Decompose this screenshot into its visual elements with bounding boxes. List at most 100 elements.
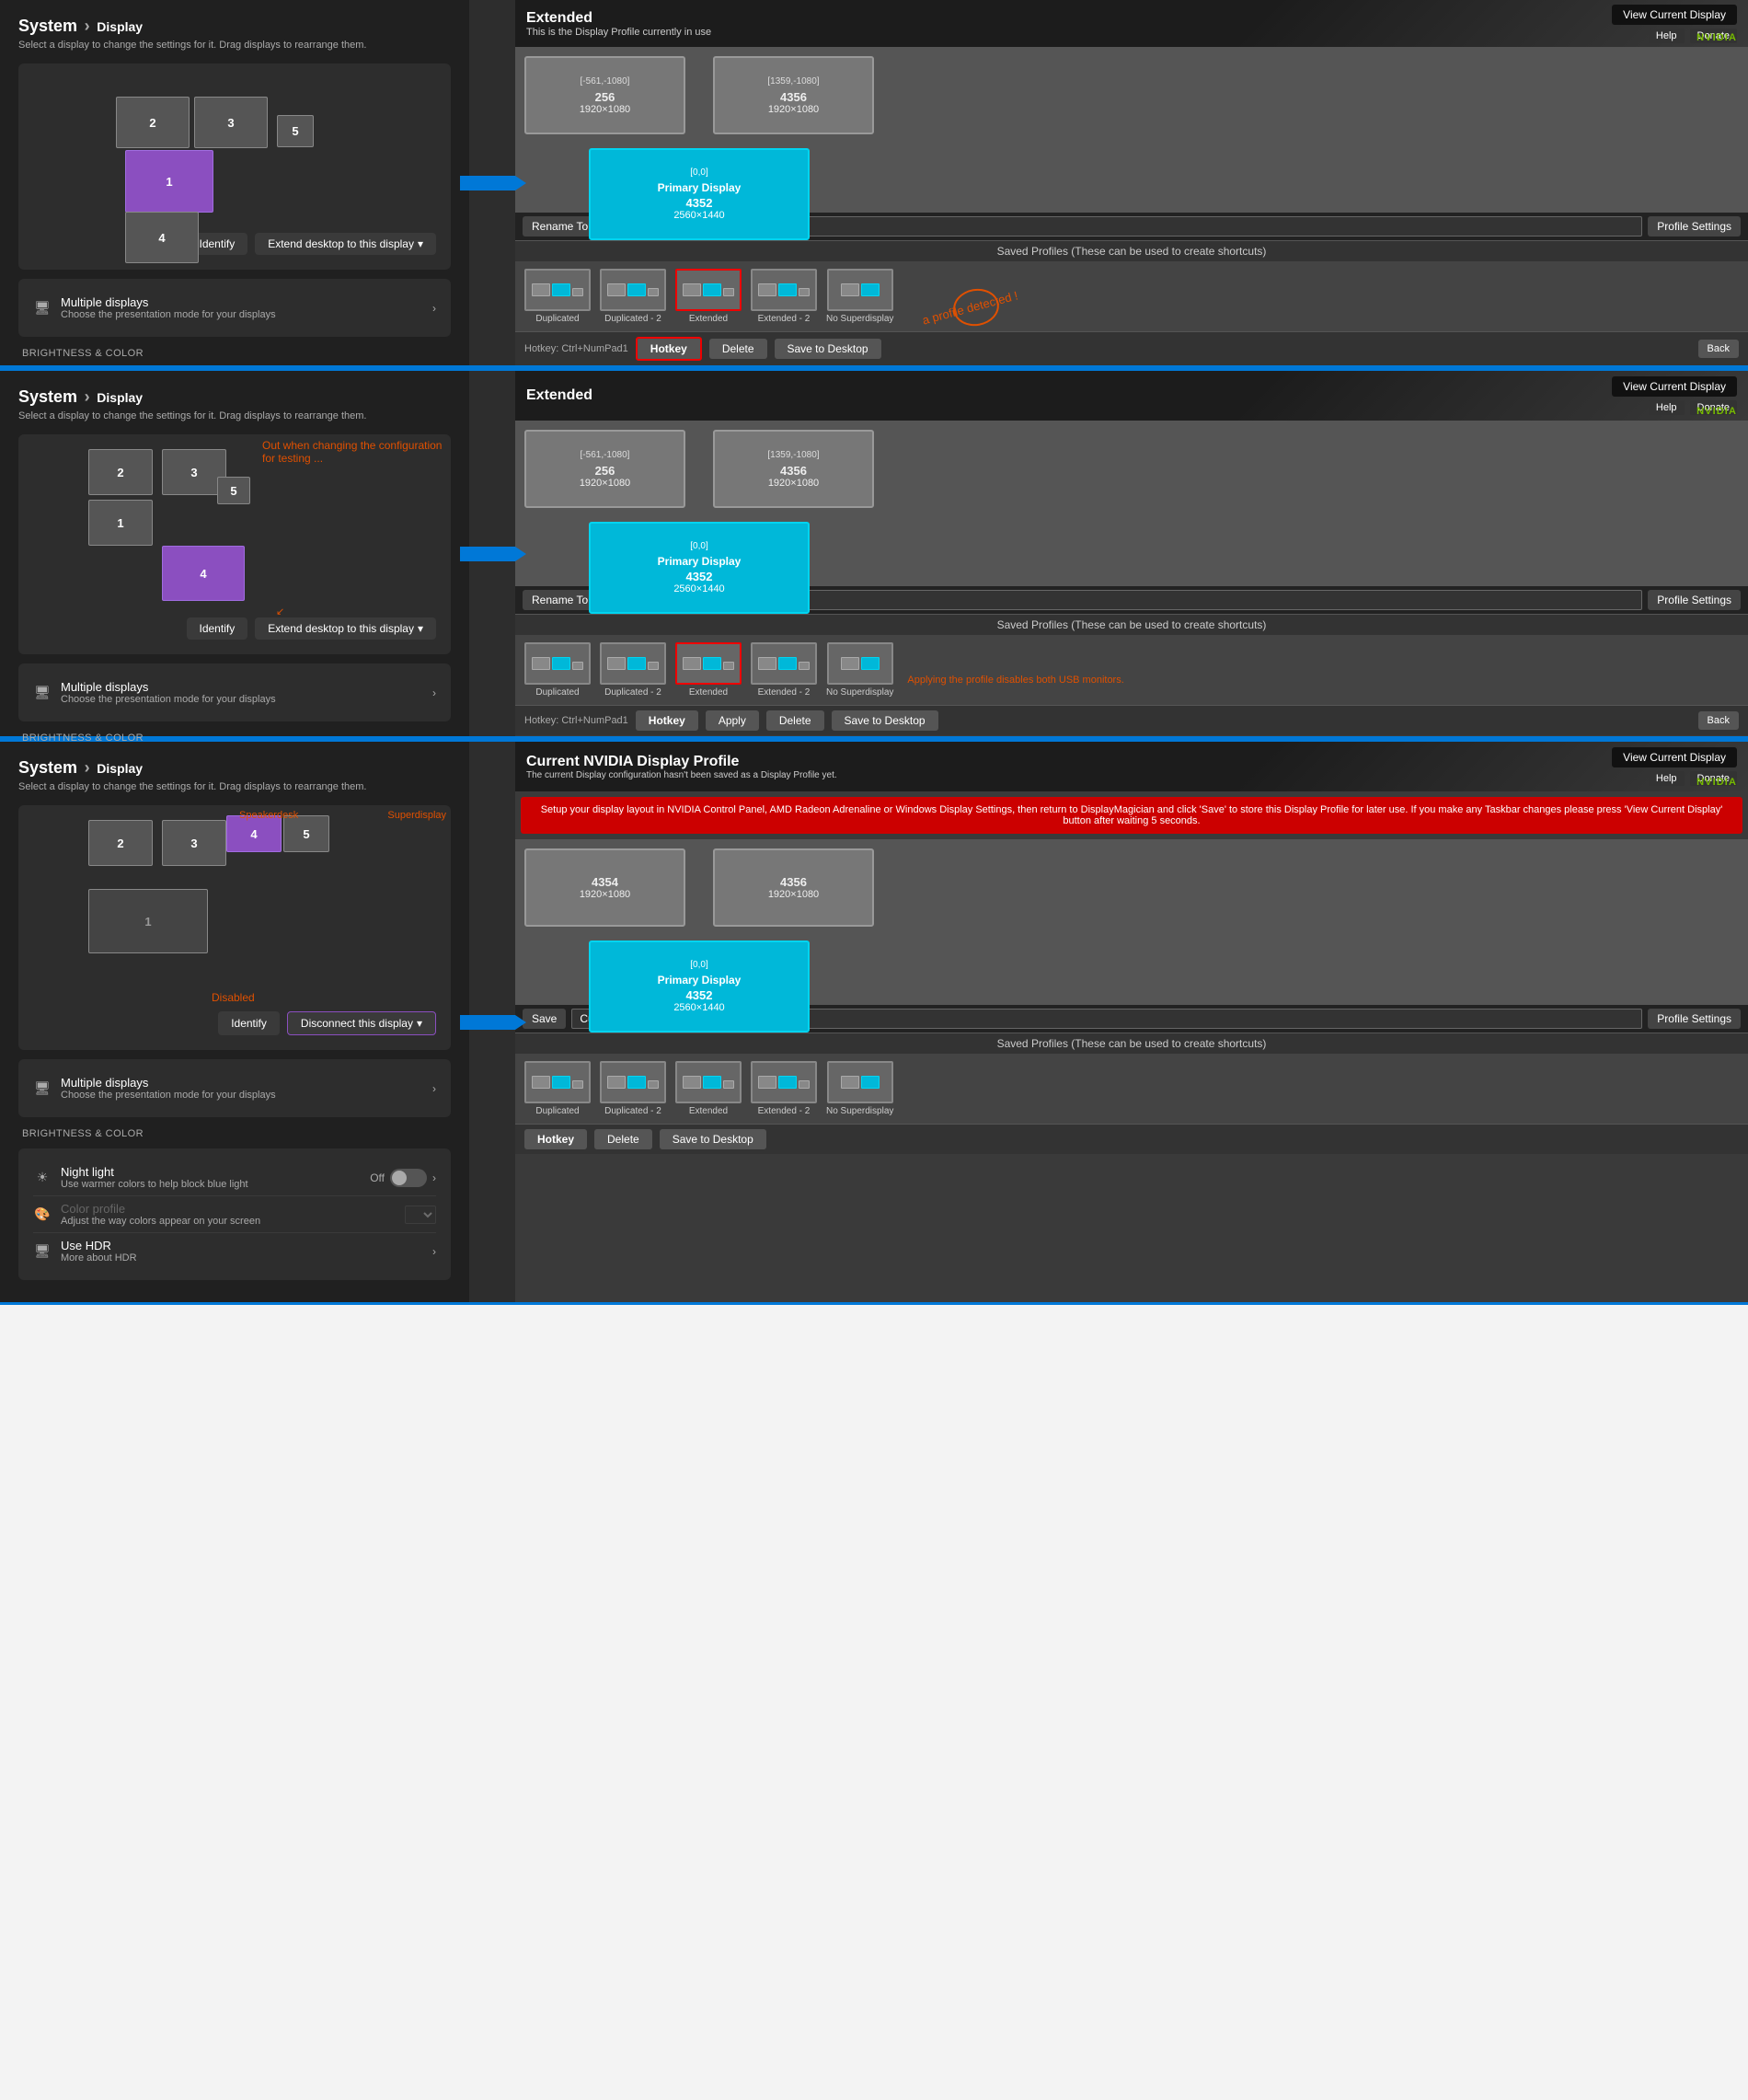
win-subtitle-row2: Select a display to change the settings … <box>18 410 451 421</box>
profile-extended2-row2[interactable]: Extended - 2 <box>751 642 817 698</box>
delete-btn-row2[interactable]: Delete <box>766 710 824 731</box>
display-5-row3[interactable]: 5 <box>283 815 329 852</box>
profile-extended-row2[interactable]: Extended <box>675 642 742 698</box>
profile-nosuperdisplay-row2[interactable]: No Superdisplay <box>826 642 893 698</box>
extend-button-row2[interactable]: Extend desktop to this display ▾ <box>255 617 436 640</box>
hdr-row3: 🖥 Use HDR More about HDR › <box>33 1233 436 1269</box>
delete-btn-row1[interactable]: Delete <box>709 339 767 359</box>
display-1-row2[interactable]: 1 <box>88 500 153 546</box>
disconnect-button-row3[interactable]: Disconnect this display ▾ <box>287 1011 436 1035</box>
extend-button-row1[interactable]: Extend desktop to this display ▾ <box>255 233 436 255</box>
display-2-row3[interactable]: 2 <box>88 820 153 866</box>
profile-duplicated-row2[interactable]: Duplicated <box>524 642 591 698</box>
color-profile-row3: 🎨 Color profile Adjust the way colors ap… <box>33 1196 436 1233</box>
display-5-row1[interactable]: 5 <box>277 115 314 147</box>
profile-settings-btn-row2[interactable]: Profile Settings <box>1648 590 1741 610</box>
extend-label-row2: Extend desktop to this display <box>268 622 414 635</box>
profile-extended-row3[interactable]: Extended <box>675 1061 742 1116</box>
hotkey-btn-row3[interactable]: Hotkey <box>524 1129 587 1149</box>
multiple-displays-label-row3: Multiple displays <box>61 1076 276 1090</box>
monitor-icon-row3: 🖥 <box>33 1079 52 1098</box>
display-5-row2[interactable]: 5 <box>217 477 250 504</box>
nvidia-profile-name-row1: Extended <box>526 10 711 27</box>
breadcrumb-row1: System › Display <box>18 17 451 36</box>
profile-duplicated-row1[interactable]: Duplicated <box>524 269 591 324</box>
nvidia-display-area-row1: [-561,-1080] 256 1920×1080 [1359,-1080] … <box>515 47 1748 213</box>
nvidia-panel-row3: Current NVIDIA Display Profile The curre… <box>515 742 1748 1302</box>
breadcrumb-system-row3: System <box>18 758 77 777</box>
hotkey-btn-row1[interactable]: Hotkey <box>636 337 702 361</box>
profile-nosuperdisplay-row1[interactable]: No Superdisplay <box>826 269 893 324</box>
save-desktop-btn-row3[interactable]: Save to Desktop <box>660 1129 766 1149</box>
view-current-btn-row1[interactable]: View Current Display <box>1612 5 1737 25</box>
view-current-btn-row2[interactable]: View Current Display <box>1612 376 1737 397</box>
display-area-row3: Speakerdesk Superdisplay 2 3 4 5 1 Disab… <box>18 805 451 1050</box>
row3: System › Display Select a display to cha… <box>0 742 1748 1305</box>
profile-duplicated2-row2[interactable]: Duplicated - 2 <box>600 642 666 698</box>
help-btn-row1[interactable]: Help <box>1649 29 1685 43</box>
multiple-displays-sub: Choose the presentation mode for your di… <box>61 309 276 320</box>
display-buttons-row2: Identify Extend desktop to this display … <box>33 617 436 640</box>
nvidia-logo-row1: NVIDIA <box>1696 32 1737 43</box>
save-desktop-btn-row1[interactable]: Save to Desktop <box>775 339 881 359</box>
display-icons-row3: 2 3 4 5 1 <box>33 820 436 1004</box>
win-panel-row3: System › Display Select a display to cha… <box>0 742 469 1302</box>
display-3-row3[interactable]: 3 <box>162 820 226 866</box>
night-light-state-row3: Off <box>370 1171 385 1184</box>
view-current-btn-row3[interactable]: View Current Display <box>1612 747 1737 767</box>
chevron-down-icon-row3: ▾ <box>417 1017 422 1030</box>
display-4-row3[interactable]: 4 <box>226 815 282 852</box>
nvidia-monitor-2-row2: [1359,-1080] 4356 1920×1080 <box>713 430 874 508</box>
profile-settings-btn-row1[interactable]: Profile Settings <box>1648 216 1741 237</box>
multiple-displays-row2: 🖥 Multiple displays Choose the presentat… <box>33 675 436 710</box>
delete-btn-row3[interactable]: Delete <box>594 1129 652 1149</box>
chevron-icon: › <box>432 302 436 315</box>
save-btn-row3[interactable]: Save <box>523 1009 566 1029</box>
identify-button-row3[interactable]: Identify <box>218 1011 280 1035</box>
coords-primary-row1: [0,0] <box>690 167 707 178</box>
arrow-row3 <box>469 742 515 1302</box>
display-3-row1[interactable]: 3 <box>194 97 268 148</box>
display-icons-row1: 2 3 5 1 4 <box>33 78 436 225</box>
color-profile-select-row3[interactable] <box>405 1206 436 1224</box>
hotkey-btn-row2[interactable]: Hotkey <box>636 710 698 731</box>
display-1-row3[interactable]: 1 <box>88 889 208 953</box>
nvidia-monitor-primary-row1: [0,0] Primary Display 4352 2560×1440 <box>589 148 810 240</box>
display-1-row1[interactable]: 1 <box>125 150 213 213</box>
chevron-hdr-row3: › <box>432 1245 436 1258</box>
arrow-icon-row2 <box>460 547 515 561</box>
profile-duplicated2-row1[interactable]: Duplicated - 2 <box>600 269 666 324</box>
display-2-row2[interactable]: 2 <box>88 449 153 495</box>
profile-extended-row1[interactable]: Extended <box>675 269 742 324</box>
night-light-toggle-row3[interactable] <box>390 1169 427 1187</box>
back-btn-row1[interactable]: Back <box>1698 340 1739 358</box>
profile-nosuperdisplay-row3[interactable]: No Superdisplay <box>826 1061 893 1116</box>
page-title-row3: Display <box>97 761 143 776</box>
brightness-section-title-row3: Brightness & color <box>18 1123 451 1141</box>
multiple-displays-section-row3: 🖥 Multiple displays Choose the presentat… <box>18 1059 451 1117</box>
back-btn-row2[interactable]: Back <box>1698 711 1739 730</box>
nvidia-panel-row1: Extended This is the Display Profile cur… <box>515 0 1748 365</box>
help-btn-row3[interactable]: Help <box>1649 771 1685 786</box>
profile-extended2-row3[interactable]: Extended - 2 <box>751 1061 817 1116</box>
display-2-row1[interactable]: 2 <box>116 97 190 148</box>
row1: System › Display Select a display to cha… <box>0 0 1748 368</box>
identify-button-row2[interactable]: Identify <box>187 617 248 640</box>
saved-profiles-header-row3: Saved Profiles (These can be used to cre… <box>515 1033 1748 1054</box>
save-desktop-btn-row2[interactable]: Save to Desktop <box>832 710 938 731</box>
profile-extended2-row1[interactable]: Extended - 2 <box>751 269 817 324</box>
apply-btn-row2[interactable]: Apply <box>706 710 759 731</box>
rename-to-btn-row2[interactable]: Rename To <box>523 590 597 610</box>
profile-settings-btn-row3[interactable]: Profile Settings <box>1648 1009 1741 1029</box>
nvidia-monitor-1-row1: [-561,-1080] 256 1920×1080 <box>524 56 685 134</box>
hdr-label-row3: Use HDR <box>61 1239 137 1252</box>
display-4-row1[interactable]: 4 <box>125 212 199 263</box>
hotkey-row-row2: Hotkey: Ctrl+NumPad1 Hotkey Apply Delete… <box>515 705 1748 735</box>
profile-duplicated2-row3[interactable]: Duplicated - 2 <box>600 1061 666 1116</box>
display-4-row2[interactable]: 4 <box>162 546 245 601</box>
profile-duplicated-row3[interactable]: Duplicated <box>524 1061 591 1116</box>
arrow-row2 <box>469 371 515 736</box>
chevron-down-icon-row2: ▾ <box>418 622 423 635</box>
rename-to-btn-row1[interactable]: Rename To <box>523 216 597 237</box>
help-btn-row2[interactable]: Help <box>1649 400 1685 415</box>
